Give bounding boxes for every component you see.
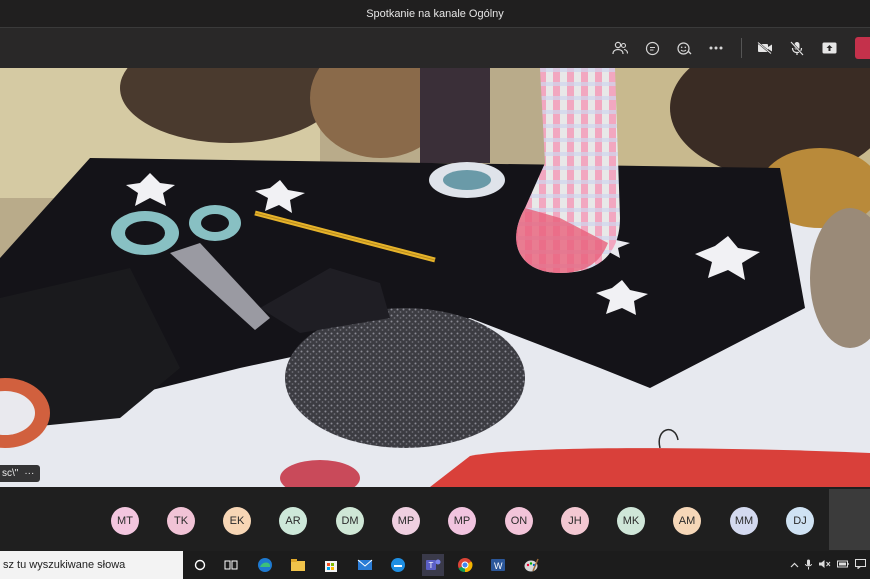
toolbar-divider: [741, 38, 742, 58]
task-view-icon[interactable]: [222, 556, 240, 574]
paint-icon[interactable]: [522, 556, 540, 574]
chat-icon[interactable]: [639, 36, 665, 60]
participant-avatar[interactable]: MP: [448, 507, 476, 535]
svg-text:W: W: [494, 561, 503, 571]
meeting-toolbar: [0, 27, 870, 68]
camera-off-icon[interactable]: [752, 36, 778, 60]
avatar-initials: ON: [510, 515, 528, 527]
participant-avatar[interactable]: MP: [392, 507, 420, 535]
self-video-tile[interactable]: [829, 489, 870, 550]
avatar-initials: MK: [622, 515, 640, 527]
file-explorer-icon[interactable]: [289, 556, 307, 574]
avatar-initials: MP: [397, 515, 415, 527]
presenter-name-tag: sc\" ···: [0, 465, 41, 482]
participant-avatar[interactable]: ON: [505, 507, 533, 535]
taskbar-search-input[interactable]: sz tu wyszukiwane słowa: [0, 551, 183, 579]
mic-off-icon[interactable]: [784, 36, 810, 60]
avatar-initials: AM: [678, 515, 696, 527]
participant-avatar[interactable]: EK: [223, 507, 251, 535]
edge-icon[interactable]: [256, 556, 274, 574]
avatar-initials: AR: [285, 515, 301, 527]
avatar-initials: JH: [568, 515, 582, 527]
teams-icon[interactable]: T: [422, 554, 444, 576]
participant-avatar[interactable]: DM: [336, 507, 364, 535]
cortana-icon[interactable]: [191, 556, 209, 574]
reactions-icon[interactable]: [671, 36, 697, 60]
avatar-initials: MT: [117, 515, 133, 527]
avatar-initials: MP: [453, 515, 471, 527]
chevron-up-icon[interactable]: [790, 560, 799, 570]
volume-muted-icon[interactable]: [818, 559, 831, 571]
window-title: Spotkanie na kanale Ogólny: [366, 7, 504, 20]
participant-avatar[interactable]: MT: [111, 507, 139, 535]
participant-avatar[interactable]: AM: [673, 507, 701, 535]
participant-avatar[interactable]: TK: [167, 507, 195, 535]
avatar-initials: EK: [229, 515, 245, 527]
avatar-initials: TK: [173, 515, 189, 527]
participants-strip: MT TK EK AR DM MP MP ON JH MK AM MM DJ: [0, 487, 870, 551]
notification-icon[interactable]: [855, 559, 866, 571]
mail-icon[interactable]: [356, 556, 374, 574]
word-icon[interactable]: W: [489, 556, 507, 574]
participant-avatar[interactable]: MM: [730, 507, 758, 535]
avatar-initials: DJ: [793, 515, 807, 527]
participant-avatar[interactable]: MK: [617, 507, 645, 535]
search-placeholder: sz tu wyszukiwane słowa: [3, 559, 126, 571]
avatar-initials: MM: [734, 515, 754, 527]
participant-avatar[interactable]: DJ: [786, 507, 814, 535]
participant-avatar[interactable]: JH: [561, 507, 589, 535]
avatar-initials: DM: [341, 515, 359, 527]
system-tray: [790, 557, 870, 573]
chrome-icon[interactable]: [456, 556, 474, 574]
participants-icon[interactable]: [607, 36, 633, 60]
windows-taskbar: sz tu wyszukiwane słowa T W: [0, 551, 870, 579]
store-icon[interactable]: [322, 556, 340, 574]
window-title-bar: Spotkanie na kanale Ogólny: [0, 0, 870, 27]
video-frame: [0, 68, 870, 487]
svg-text:T: T: [429, 561, 434, 570]
leave-button[interactable]: [855, 37, 870, 59]
presenter-more-button[interactable]: ···: [24, 468, 34, 479]
participant-avatar[interactable]: AR: [279, 507, 307, 535]
presenter-name: sc\": [2, 468, 19, 479]
share-icon[interactable]: [816, 36, 842, 60]
edge-legacy-icon[interactable]: [389, 556, 407, 574]
more-icon[interactable]: [703, 36, 729, 60]
battery-icon[interactable]: [837, 560, 849, 570]
video-feed: [0, 68, 870, 487]
microphone-tray-icon[interactable]: [805, 559, 812, 572]
